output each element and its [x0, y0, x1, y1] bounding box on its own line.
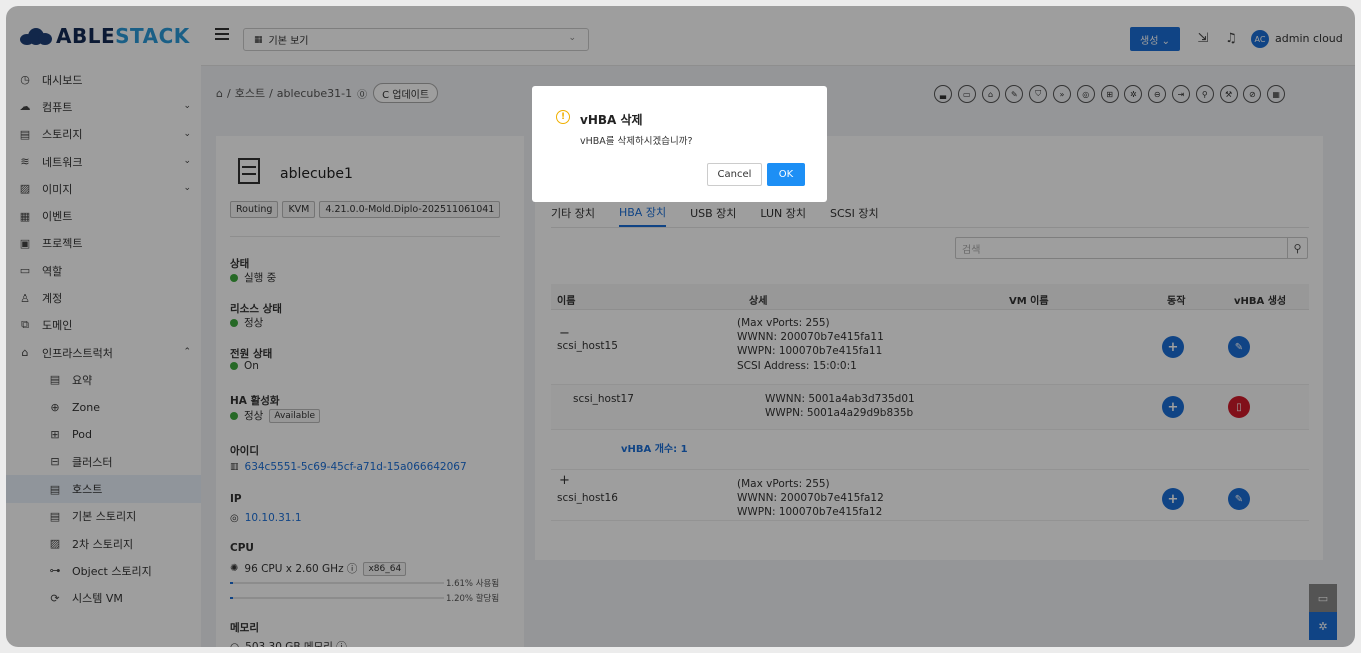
app-window: ABLESTACK ◷ 대시보드 ☁ 컴퓨트 ⌄ ▤ 스토리지 ⌄ ≋ 네트워크 ⌄ ▨ 이미지 ⌄ ▦ 이벤… — [6, 6, 1355, 647]
dialog-title: vHBA 삭제 — [580, 113, 643, 127]
dialog-message: vHBA를 삭제하시겠습니까? — [580, 136, 693, 147]
ok-button[interactable]: OK — [767, 163, 805, 186]
warning-icon: ! — [556, 110, 570, 124]
confirm-dialog: ! vHBA 삭제 vHBA를 삭제하시겠습니까? Cancel OK — [532, 86, 827, 202]
cancel-button[interactable]: Cancel — [707, 163, 762, 186]
